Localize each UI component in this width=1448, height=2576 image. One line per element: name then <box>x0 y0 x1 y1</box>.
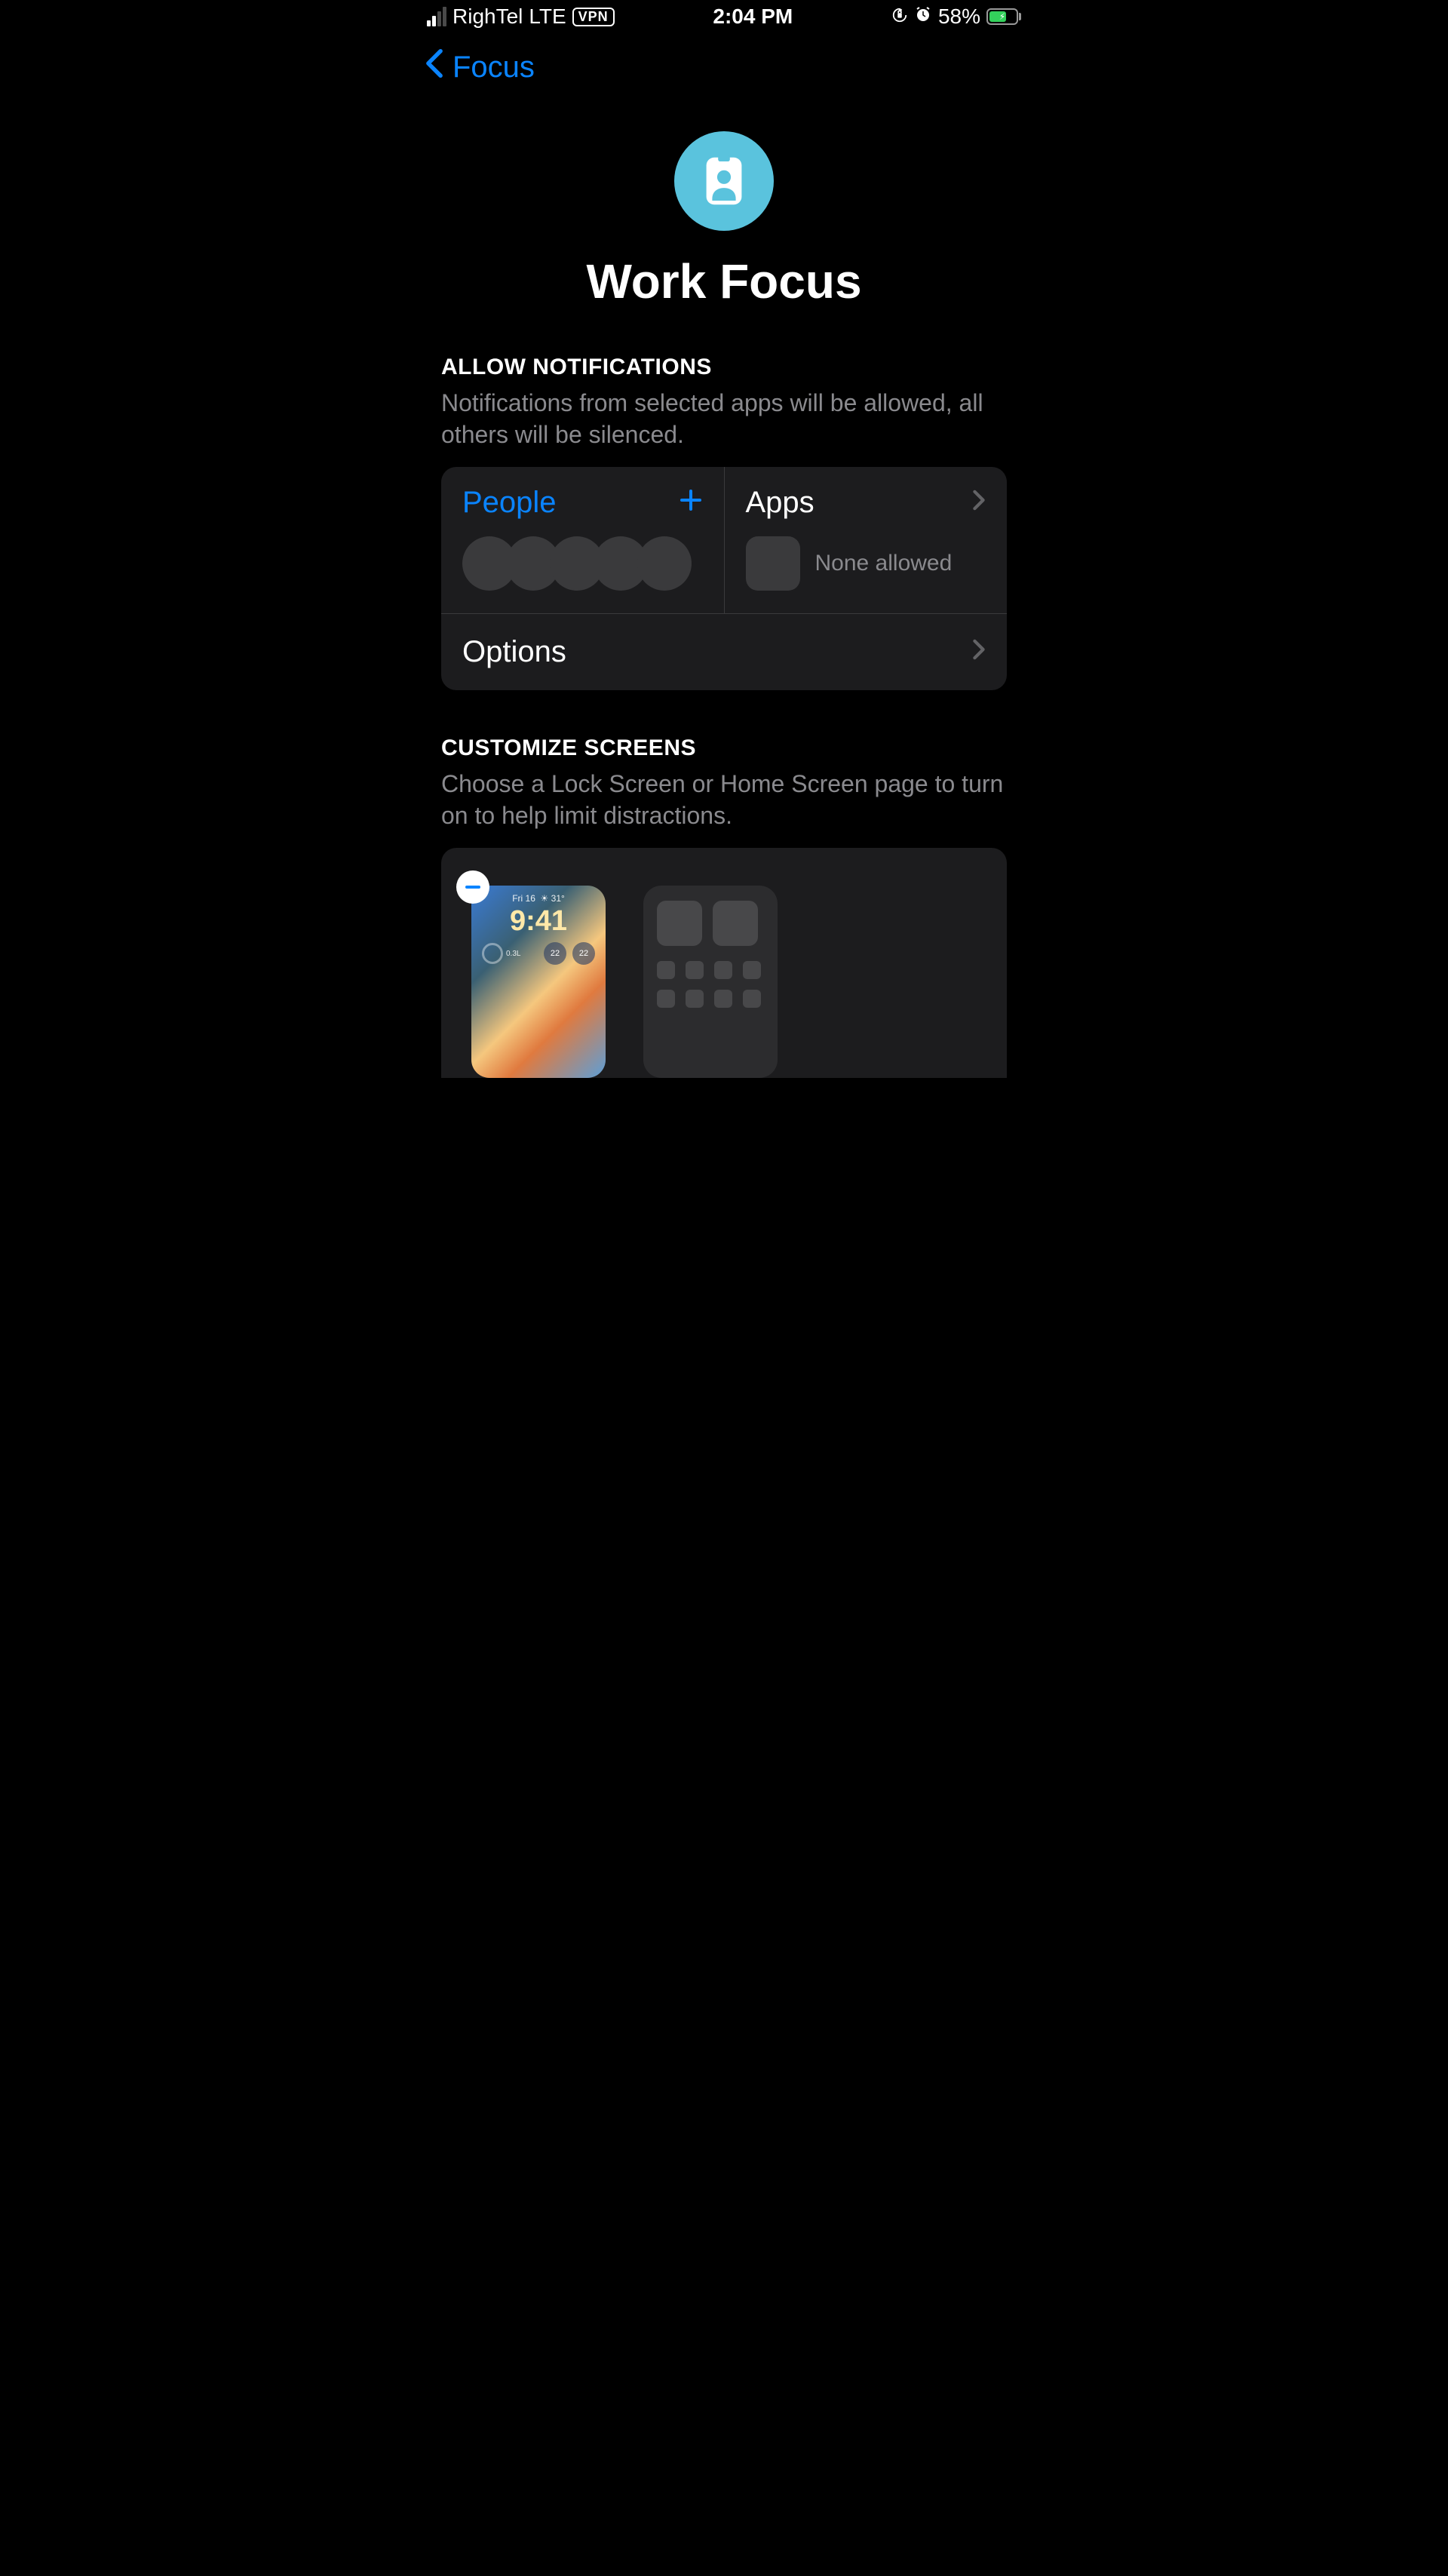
status-left-group: RighTel LTE VPN <box>427 5 615 29</box>
back-button-label[interactable]: Focus <box>452 51 535 84</box>
customize-screens-section: CUSTOMIZE SCREENS Choose a Lock Screen o… <box>415 735 1033 1078</box>
allow-notifications-section: ALLOW NOTIFICATIONS Notifications from s… <box>415 355 1033 690</box>
lock-screen-time: 9:41 <box>479 905 598 938</box>
battery-icon: ⚡︎ <box>986 8 1021 25</box>
screens-card: Fri 16 ☀ 31° 9:41 0.3L 22 22 <box>441 848 1007 1078</box>
status-right-group: 58% ⚡︎ <box>891 5 1021 29</box>
allow-notifications-desc: Notifications from selected apps will be… <box>441 388 1007 450</box>
focus-hero: Work Focus <box>415 109 1033 355</box>
alarm-icon <box>914 5 932 29</box>
apps-cell[interactable]: Apps None allowed <box>725 467 1008 613</box>
home-app-icon-placeholder <box>657 990 675 1008</box>
lock-screen-option[interactable]: Fri 16 ☀ 31° 9:41 0.3L 22 22 <box>471 886 606 1078</box>
status-bar: RighTel LTE VPN 2:04 PM 58% ⚡︎ <box>415 0 1033 33</box>
home-app-icon-placeholder <box>714 961 732 979</box>
home-widget-placeholder <box>657 901 702 946</box>
people-label: People <box>462 486 557 520</box>
apps-none-allowed: None allowed <box>815 551 953 576</box>
lock-screen-preview: Fri 16 ☀ 31° 9:41 0.3L 22 22 <box>471 886 606 1078</box>
clock-time: 2:04 PM <box>713 5 793 29</box>
add-people-icon[interactable] <box>679 486 703 520</box>
customize-screens-header: CUSTOMIZE SCREENS <box>441 735 1007 761</box>
network-type: LTE <box>529 5 566 29</box>
lock-widget-calendar: 22 <box>544 942 566 965</box>
avatar-placeholder <box>637 536 692 591</box>
vpn-badge: VPN <box>572 8 615 26</box>
home-app-icon-placeholder <box>686 961 704 979</box>
home-app-icon-placeholder <box>657 961 675 979</box>
people-avatars <box>462 536 703 591</box>
home-app-icon-placeholder <box>686 990 704 1008</box>
customize-screens-desc: Choose a Lock Screen or Home Screen page… <box>441 769 1007 831</box>
page-title: Work Focus <box>415 253 1033 309</box>
lock-widget-calendar: 22 <box>572 942 595 965</box>
home-screen-option[interactable] <box>643 886 778 1078</box>
app-placeholder-icon <box>746 536 800 591</box>
focus-mode-icon <box>674 131 774 231</box>
battery-percent: 58% <box>938 5 980 29</box>
navigation-bar: Focus <box>415 33 1033 109</box>
home-app-icon-placeholder <box>743 990 761 1008</box>
back-chevron-icon[interactable] <box>424 48 445 86</box>
options-label: Options <box>462 635 566 669</box>
home-widget-placeholder <box>713 901 758 946</box>
orientation-lock-icon <box>891 5 908 29</box>
chevron-right-icon <box>972 637 986 667</box>
signal-strength-icon <box>427 7 446 26</box>
notifications-card: People Apps <box>441 467 1007 690</box>
lock-widget-activity: 0.3L <box>482 942 520 965</box>
options-row[interactable]: Options <box>441 613 1007 690</box>
home-app-icon-placeholder <box>714 990 732 1008</box>
apps-label: Apps <box>746 486 814 520</box>
carrier-name: RighTel <box>452 5 523 29</box>
allow-notifications-header: ALLOW NOTIFICATIONS <box>441 355 1007 380</box>
lock-screen-date: Fri 16 ☀ 31° <box>479 893 598 904</box>
home-app-icon-placeholder <box>743 961 761 979</box>
chevron-right-icon <box>972 488 986 517</box>
people-cell[interactable]: People <box>441 467 725 613</box>
